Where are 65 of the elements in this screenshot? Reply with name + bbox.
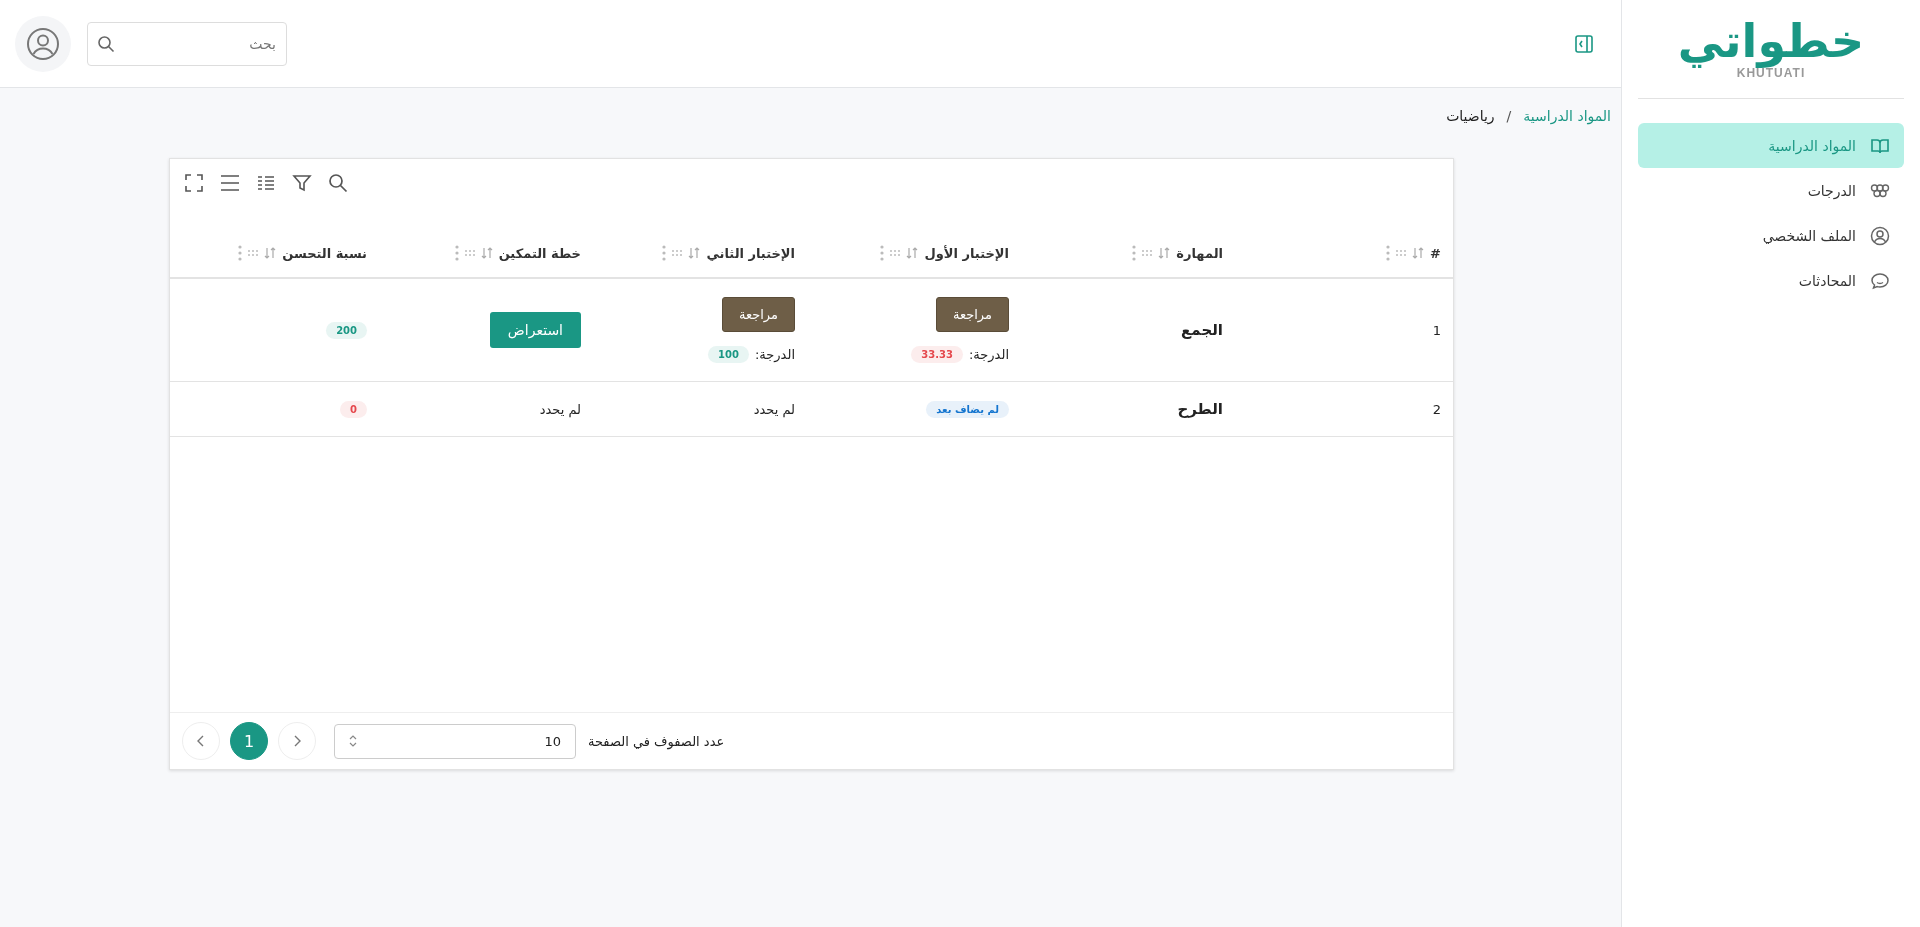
search-icon[interactable] [328,173,348,193]
improvement-badge: 200 [326,321,367,339]
drag-handle-icon[interactable] [1396,250,1407,256]
drag-handle-icon[interactable] [248,250,259,256]
table-cell: لم يحدد [753,401,795,417]
drag-handle-icon[interactable] [1142,250,1153,256]
more-icon[interactable] [1132,245,1137,261]
breadcrumb-separator: / [1506,108,1512,124]
table-cell: الطرح [1177,400,1223,418]
column-header[interactable]: خطة التمكين [498,245,581,261]
sort-icon[interactable] [480,247,493,259]
more-icon[interactable] [1386,245,1391,261]
table-cell: الجمع [1181,321,1223,339]
sidebar-item[interactable]: الملف الشخصي [1638,213,1904,258]
search-field[interactable]: بحث [87,21,287,66]
more-icon[interactable] [238,245,243,261]
sort-icon[interactable] [906,247,919,259]
grade-badge: 33.33 [911,346,963,363]
grade-label: الدرجة: [968,347,1009,362]
sort-icon[interactable] [264,247,277,259]
drag-handle-icon[interactable] [672,250,683,256]
drag-handle-icon[interactable] [464,250,475,256]
breadcrumb-link[interactable]: المواد الدراسية [1523,108,1611,124]
table-cell: 1 [1432,322,1441,338]
column-header[interactable]: الإختبار الأول [924,245,1009,261]
column-header[interactable]: # [1430,245,1441,261]
column-header[interactable]: الإختبار الثاني [706,245,795,261]
more-icon[interactable] [880,245,885,261]
page-button[interactable]: 1 [230,722,268,760]
search-icon [97,34,115,53]
grade-badge: 100 [708,346,749,363]
more-icon[interactable] [454,245,459,261]
fullscreen-icon[interactable] [184,173,204,193]
chevron-left-icon [197,735,205,747]
status-badge: لم يضاف بعد [926,400,1009,418]
table-cell: 2 [1432,401,1441,417]
user-icon [26,26,60,61]
user-icon [1870,225,1890,246]
review-button[interactable]: مراجعة [935,297,1009,332]
rows-per-page-select[interactable]: 10 [334,723,576,759]
menu-icon[interactable] [220,173,240,193]
chevron-updown-icon [349,735,357,747]
next-page-button[interactable] [278,722,316,760]
previous-page-button[interactable] [182,722,220,760]
columns-icon[interactable] [256,173,276,193]
view-button[interactable]: استعراض [489,312,581,348]
sidebar-toggle-icon[interactable] [1574,33,1594,54]
sidebar-item[interactable]: المحادثات [1638,258,1904,303]
more-icon[interactable] [662,245,667,261]
filter-icon[interactable] [292,173,312,193]
table-cell: لم يحدد [539,401,581,417]
column-header[interactable]: المهارة [1176,245,1223,261]
rows-per-page-label: عدد الصفوف في الصفحة [588,733,725,749]
chevron-right-icon [293,735,301,747]
sidebar-item[interactable]: الدرجات [1638,168,1904,213]
sort-icon[interactable] [688,247,701,259]
sort-icon[interactable] [1412,247,1425,259]
column-header[interactable]: نسبة التحسن [282,245,367,261]
sort-icon[interactable] [1158,247,1171,259]
grade-label: الدرجة: [754,347,795,362]
chat-icon [1870,270,1890,291]
drag-handle-icon[interactable] [890,250,901,256]
review-button[interactable]: مراجعة [721,297,795,332]
breadcrumb-current: رياضيات [1446,108,1495,124]
improvement-badge: 0 [340,400,367,418]
